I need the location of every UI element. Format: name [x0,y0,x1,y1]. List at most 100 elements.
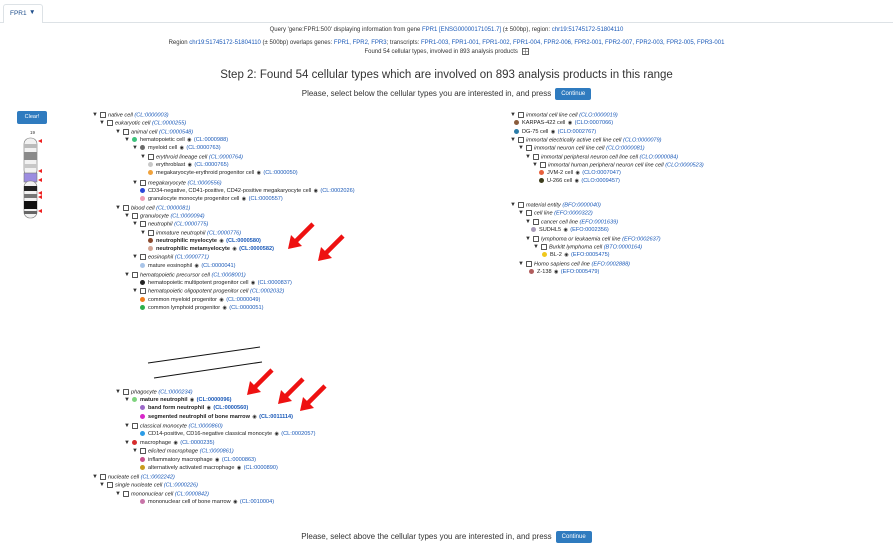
color-dot-icon[interactable] [140,188,145,194]
tree-node[interactable]: erythroblast ◉ (CL:0000765) [148,162,229,169]
tree-node[interactable]: ▼ elicited macrophage (CL:0000861) [132,448,234,455]
color-dot-icon[interactable] [140,297,145,303]
tree-node[interactable]: ▼ immortal neuron cell line cell (CLO:000… [518,145,645,152]
node-checkbox[interactable] [122,389,129,395]
tree-node[interactable]: band form neutrophil ◉ (CL:0000560) [140,405,248,412]
color-dot-icon[interactable] [529,269,534,275]
tree-node[interactable]: ▼ cancer cell line (EFO:0001639) [525,219,618,226]
node-checkbox[interactable] [517,137,524,143]
node-checkbox[interactable] [517,202,524,208]
node-checkbox[interactable] [139,254,146,260]
eye-icon[interactable]: ◉ [240,196,247,202]
gene-link[interactable]: FPR1 [ENSG00000171051.7] [422,27,501,33]
ontology-id-link[interactable]: (EFO:0002356) [570,227,609,233]
ontology-id-link[interactable]: (CLO:0002767) [558,129,597,135]
color-dot-icon[interactable] [140,414,145,420]
tree-node[interactable]: SUDHL5 ◉ (EFO:0002356) [531,227,609,234]
tree-node[interactable]: common lymphoid progenitor ◉ (CL:0000051… [140,305,264,312]
color-dot-icon[interactable] [140,405,145,411]
color-dot-icon[interactable] [542,252,547,258]
ontology-id-link[interactable]: (CL:0000765) [194,162,228,168]
tab-fpr1[interactable]: FPR1 ▼ [3,4,43,23]
ontology-id-link[interactable]: (CL:0008001) [211,272,245,278]
tree-node[interactable]: mature eosinophil ◉ (CL:0000041) [140,263,236,270]
expand-caret-icon[interactable]: ▼ [132,221,138,227]
ontology-id-link[interactable]: (CLO:0000019) [579,112,618,118]
tree-node[interactable]: ▼ lymphoma or leukaemia cell line (EFO:00… [525,236,661,243]
ontology-id-link[interactable]: (CL:0000255) [152,120,186,126]
ontology-id-link[interactable]: (CL:0000763) [186,145,220,151]
tree-node[interactable]: ▼ nucleate cell (CL:0002242) [92,474,175,481]
ontology-id-link[interactable]: (CL:0000234) [158,389,192,395]
tree-node[interactable]: neutrophilic metamyelocyte ◉ (CL:0000582… [148,246,274,253]
continue-button-bottom[interactable]: Continue [555,531,592,543]
tree-node[interactable]: segmented neutrophil of bone marrow ◉ (C… [140,414,293,421]
color-dot-icon[interactable] [140,457,145,463]
expand-caret-icon[interactable]: ▼ [132,180,138,186]
ontology-id-link[interactable]: (CL:0000557) [249,196,283,202]
clear-button[interactable]: Clear! [17,111,47,124]
ontology-id-link[interactable]: (CL:0000837) [258,280,292,286]
node-checkbox[interactable] [131,272,138,278]
color-dot-icon[interactable] [140,431,145,437]
tree-node[interactable]: ▼ hematopoietic precursor cell (CL:000800… [124,272,246,279]
expand-caret-icon[interactable]: ▼ [115,205,121,211]
tree-node[interactable]: neutrophilic myelocyte ◉ (CL:0000580) [148,238,261,245]
eye-icon[interactable]: ◉ [186,137,193,143]
ontology-id-link[interactable]: (EFO:0005479) [561,269,600,275]
region-link-2[interactable]: chr19:51745172-51804110 [189,40,261,46]
ontology-id-link[interactable]: (CL:0000582) [239,246,274,252]
ontology-id-link[interactable]: (CLO:0007047) [582,170,621,176]
node-checkbox[interactable] [525,210,532,216]
eye-icon[interactable]: ◉ [574,170,581,176]
expand-caret-icon[interactable]: ▼ [518,261,524,267]
node-checkbox[interactable] [99,474,106,480]
expand-caret-icon[interactable]: ▼ [533,244,539,250]
node-checkbox[interactable] [106,482,113,488]
ontology-id-link[interactable]: (CL:0000235) [180,440,214,446]
color-dot-icon[interactable] [539,178,544,184]
eye-icon[interactable]: ◉ [562,227,569,233]
transcripts-links[interactable]: FPR1-003, FPR1-001, FPR1-002, FPR1-004, … [421,40,724,46]
tree-node[interactable]: ▼ classical monocyte (CL:0000860) [124,423,223,430]
tree-node[interactable]: ▼ blood cell (CL:0000081) [115,205,190,212]
tree-node[interactable]: alternatively activated macrophage ◉ (CL… [140,465,278,472]
tree-node[interactable]: ▼ hematopoietic cell ◉ (CL:0000988) [124,137,228,144]
tree-node[interactable]: ▼ immortal cell line cell (CLO:0000019) [510,112,618,119]
tree-node[interactable]: ▼ immature neutrophil (CL:0000776) [140,230,241,237]
expand-caret-icon[interactable]: ▼ [115,491,121,497]
ontology-id-link[interactable]: (CLO:0000084) [640,154,679,160]
ontology-id-link[interactable]: (BFO:0000040) [562,202,601,208]
ontology-id-link[interactable]: (CL:0000050) [263,170,297,176]
expand-caret-icon[interactable]: ▼ [525,236,531,242]
color-dot-icon[interactable] [140,280,145,286]
ontology-id-link[interactable]: (CL:0000051) [229,305,263,311]
tree-node[interactable]: ▼ animal cell (CL:0000548) [115,129,193,136]
ontology-id-link[interactable]: (CL:0000003) [134,112,168,118]
expand-caret-icon[interactable]: ▼ [124,272,130,278]
tree-node[interactable]: ▼ hematopoietic oligopotent progenitor ce… [132,288,284,295]
eye-icon[interactable]: ◉ [573,178,580,184]
tree-node[interactable]: ▼ immortal peripheral neuron cell line ce… [525,154,678,161]
expand-caret-icon[interactable]: ▼ [99,482,105,488]
eye-icon[interactable]: ◉ [172,440,179,446]
eye-icon[interactable]: ◉ [549,129,556,135]
ontology-id-link[interactable]: (EFO:0000322) [554,210,593,216]
color-dot-icon[interactable] [514,120,519,126]
ontology-id-link[interactable]: (EFO:0005475) [571,252,610,258]
ontology-id-link[interactable]: (CL:0000771) [175,254,209,260]
node-checkbox[interactable] [139,180,146,186]
tree-node[interactable]: ▼ immortal electrically active cell line … [510,137,662,144]
tree-node[interactable]: ▼ eosinophil (CL:0000771) [132,254,209,261]
tree-node[interactable]: ▼ phagocyte (CL:0000234) [115,389,193,396]
node-checkbox[interactable] [122,129,129,135]
ontology-id-link[interactable]: (CL:0002057) [281,431,315,437]
tree-node[interactable]: ▼ neutrophil (CL:0000775) [132,221,208,228]
color-dot-icon[interactable] [131,397,137,403]
node-checkbox[interactable] [532,236,539,242]
continue-button-top[interactable]: Continue [555,88,592,100]
tree-node[interactable]: ▼ macrophage ◉ (CL:0000235) [124,440,214,447]
eye-icon[interactable]: ◉ [221,305,228,311]
expand-caret-icon[interactable]: ▼ [99,120,105,126]
node-checkbox[interactable] [525,261,532,267]
